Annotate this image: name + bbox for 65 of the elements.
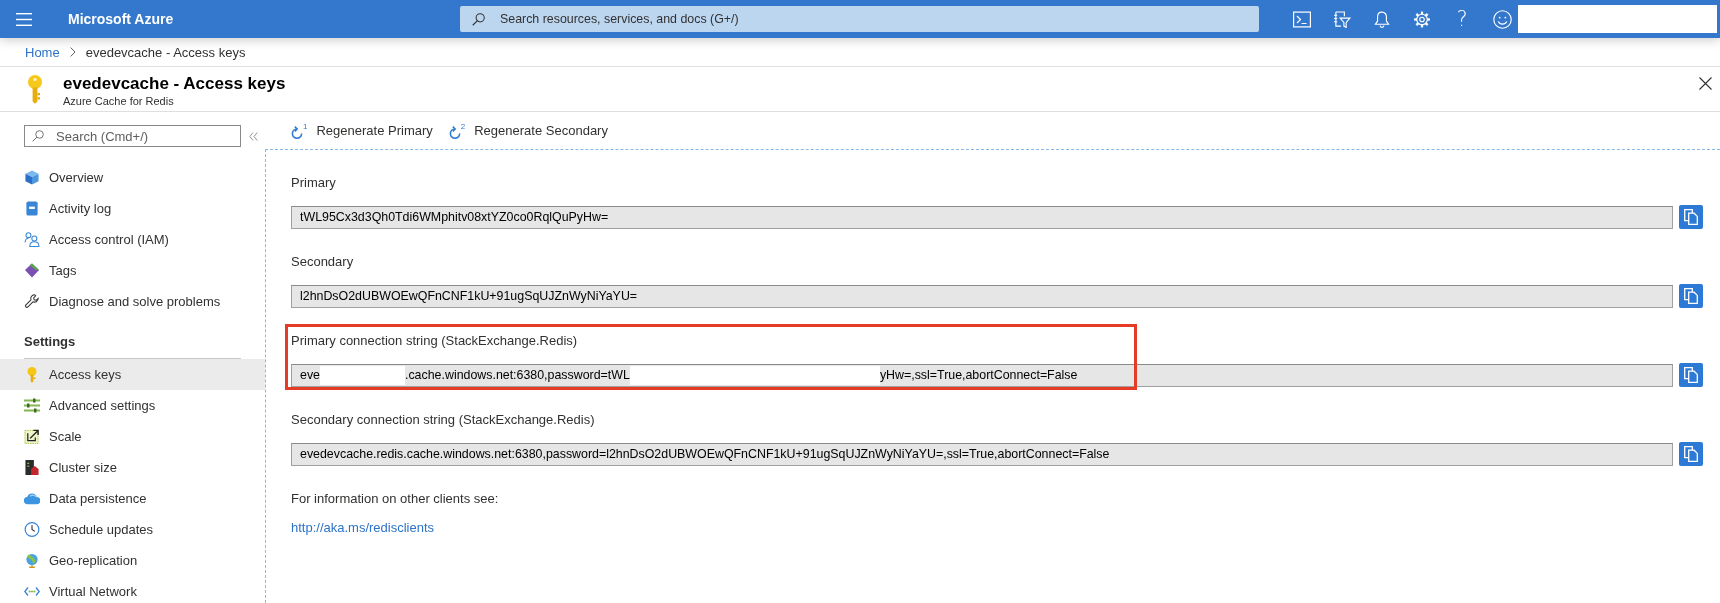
clock-icon (24, 522, 40, 537)
copy-button[interactable] (1679, 442, 1703, 466)
nav-item[interactable]: Schedule updates (0, 514, 265, 545)
field-label: Primary connection string (StackExchange.Redis) (291, 333, 579, 349)
breadcrumb-current: evedevcache - Access keys (85, 44, 246, 60)
field-label: Primary (291, 175, 337, 191)
document-icon (24, 201, 40, 216)
field-label: Secondary connection string (StackExchange.Redis) (291, 412, 596, 428)
copy-button[interactable] (1679, 363, 1703, 387)
directory-filter-icon[interactable] (1333, 10, 1351, 28)
network-icon (24, 584, 40, 599)
key-field[interactable]: tWL95Cx3d3Qh0Tdi6WMphitv08xtYZ0co0RqlQuPyHw= (291, 205, 1673, 229)
nav-item[interactable]: Geo-replication (0, 545, 265, 576)
link[interactable]: http://aka.ms/redisclients (291, 520, 435, 536)
key-field[interactable]: evedevcache.redis.cache.windows.net:6380,password=l2hnDsO2dUBWOEwQFnCNF1kU+91ugSqUJZnWyNiYaYU=,ssl=True,abortConnect=False (291, 442, 1673, 466)
nav-item[interactable]: Access keys (0, 359, 265, 390)
search-field[interactable]: Search resources, services, and docs (G+/) (460, 6, 1259, 32)
globe-icon (24, 553, 40, 568)
menu-icon[interactable] (16, 12, 32, 26)
toolbar-button[interactable]: 1 Regenerate Primary (291, 118, 433, 143)
cube-icon (24, 170, 40, 185)
nav-item[interactable]: Activity log (0, 193, 265, 224)
nav-item[interactable]: Cluster size (0, 452, 265, 483)
page-subtitle: Azure Cache for Redis (63, 94, 175, 108)
nav-item[interactable]: Overview (0, 162, 265, 193)
cloud-icon (24, 491, 40, 506)
key-icon (28, 75, 42, 104)
nav-item[interactable]: Virtual Network (0, 576, 265, 603)
smiley-icon[interactable] (1493, 9, 1512, 29)
copy-icon (1684, 446, 1698, 462)
field-label: Secondary (291, 254, 355, 270)
server-icon (24, 460, 40, 475)
brand-name[interactable]: Microsoft Azure (68, 11, 174, 27)
help-button[interactable]: ? (1453, 7, 1471, 31)
nav-item[interactable]: Data persistence (0, 483, 265, 514)
copy-button[interactable] (1679, 205, 1703, 229)
copy-icon (1684, 209, 1698, 225)
copy-button[interactable] (1679, 284, 1703, 308)
collapse-icon[interactable] (249, 131, 258, 141)
page-title: evedevcache - Access keys (63, 73, 286, 94)
nav-item[interactable]: Scale (0, 421, 265, 452)
nav-item[interactable]: Diagnose and solve problems (0, 286, 265, 317)
nav-item[interactable]: Advanced settings (0, 390, 265, 421)
wrench-icon (24, 294, 40, 309)
bell-icon[interactable] (1373, 10, 1391, 28)
copy-icon (1684, 367, 1698, 383)
people-icon (24, 232, 40, 247)
search-icon (32, 130, 44, 142)
nav-item[interactable]: Tags (0, 255, 265, 286)
key-icon (27, 366, 37, 383)
info-text: For information on other clients see: (291, 491, 500, 507)
copy-icon (1684, 288, 1698, 304)
key-field[interactable]: l2hnDsO2dUBWOEwQFnCNF1kU+91ugSqUJZnWyNiYaYU= (291, 284, 1673, 308)
search-icon (472, 12, 485, 26)
key-field[interactable]: eve .cache.windows.net:6380,password=tWL yHw=,ssl=True,abortConnect=False (291, 363, 1673, 387)
close-icon[interactable] (1699, 77, 1712, 90)
sliders-icon (24, 398, 40, 413)
settings-icon[interactable] (1413, 10, 1431, 28)
breadcrumb-link[interactable]: Home (25, 44, 60, 60)
toolbar-button[interactable]: 2 Regenerate Secondary (448, 118, 608, 143)
chevron-right-icon (69, 47, 76, 57)
search-field[interactable]: Search (Cmd+/) (24, 125, 241, 147)
terminal-icon[interactable] (1293, 10, 1311, 28)
tag-icon (24, 263, 40, 278)
nav-item[interactable]: Access control (IAM) (0, 224, 265, 255)
